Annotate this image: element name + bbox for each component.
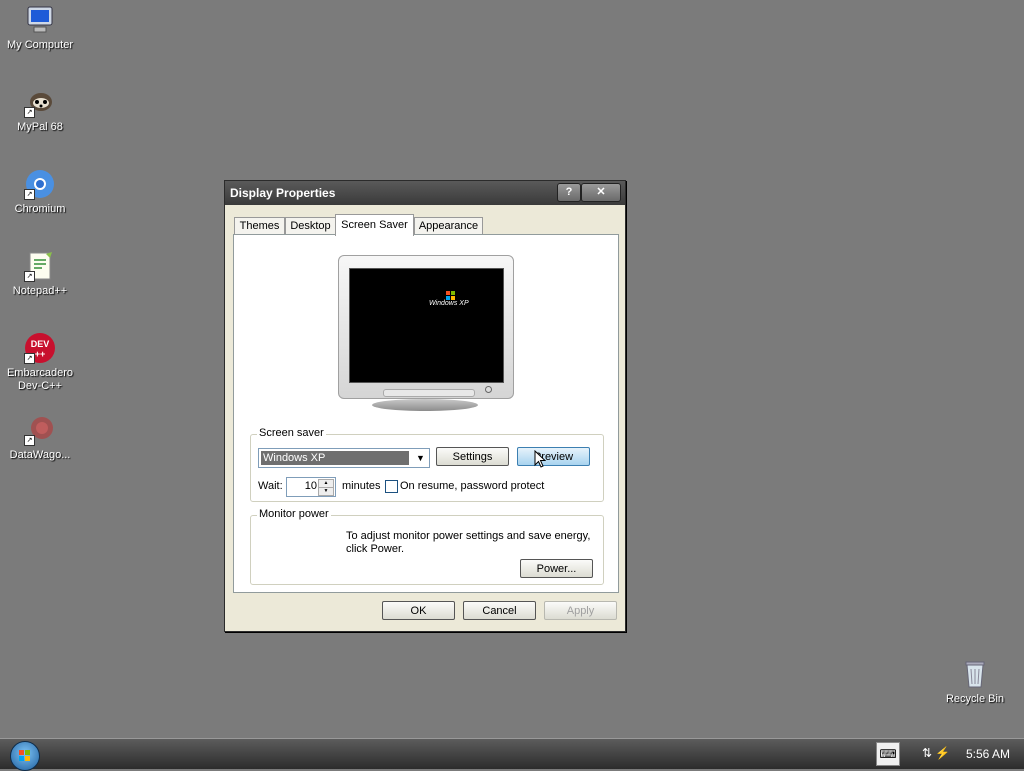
- datawago-icon: ↗: [24, 414, 56, 446]
- password-protect-label: On resume, password protect: [400, 480, 545, 492]
- desktop-icon-label: My Computer: [6, 39, 74, 51]
- help-button[interactable]: ?: [557, 183, 581, 202]
- monitor-frame: Windows XP: [338, 255, 514, 399]
- devcpp-icon: DEV ++ ↗: [24, 332, 56, 364]
- keyboard-icon[interactable]: ⌨: [876, 742, 900, 766]
- ok-button[interactable]: OK: [382, 601, 455, 620]
- system-tray-icons[interactable]: ⇅ ⚡: [922, 746, 950, 760]
- monitor-preview: Windows XP: [338, 255, 514, 411]
- wait-label: Wait:: [258, 480, 283, 492]
- svg-text:DEV: DEV: [31, 339, 50, 349]
- desktop-icon-recycle-bin[interactable]: Recycle Bin: [935, 658, 1015, 706]
- shortcut-arrow-icon: ↗: [24, 107, 35, 118]
- monitor-stand: [372, 399, 478, 411]
- cancel-button[interactable]: Cancel: [463, 601, 536, 620]
- windows-logo-icon: [19, 750, 30, 761]
- mouse-cursor-icon: [534, 450, 546, 468]
- selected-screen-saver: Windows XP: [261, 451, 409, 465]
- password-protect-checkbox[interactable]: [385, 480, 398, 493]
- shortcut-arrow-icon: ↗: [24, 271, 35, 282]
- shortcut-arrow-icon: ↗: [24, 435, 35, 446]
- tab-desktop[interactable]: Desktop: [285, 217, 336, 235]
- computer-icon: [24, 4, 56, 36]
- group-label: Monitor power: [257, 508, 331, 520]
- screen-saver-group: Screen saver Windows XP ▼ Settings Previ…: [250, 427, 604, 502]
- tab-themes[interactable]: Themes: [234, 217, 285, 235]
- raccoon-icon: ↗: [24, 86, 56, 118]
- power-plug-icon[interactable]: ⚡: [935, 746, 950, 760]
- spin-down-icon[interactable]: ▼: [318, 487, 334, 496]
- recycle-bin-icon: [959, 658, 991, 690]
- preview-screen: Windows XP: [349, 268, 504, 383]
- desktop-icon-my-computer[interactable]: My Computer: [0, 4, 80, 52]
- desktop-icon-devcpp[interactable]: DEV ++ ↗ Embarcadero Dev-C++: [0, 332, 80, 393]
- wait-value: 10: [304, 480, 317, 492]
- desktop-icon-label: Notepad++: [12, 285, 68, 297]
- minutes-label: minutes: [342, 480, 381, 492]
- tab-appearance[interactable]: Appearance: [414, 217, 483, 235]
- start-button[interactable]: [10, 741, 40, 771]
- chromium-icon: ↗: [24, 168, 56, 200]
- svg-text:++: ++: [35, 349, 46, 359]
- desktop-icon-label: Recycle Bin: [945, 693, 1005, 705]
- shortcut-arrow-icon: ↗: [24, 353, 35, 364]
- network-icon[interactable]: ⇅: [922, 746, 932, 760]
- close-button[interactable]: ✕: [581, 183, 621, 202]
- dialog-title: Display Properties: [230, 186, 336, 200]
- monitor-power-text: To adjust monitor power settings and sav…: [346, 530, 591, 555]
- wait-minutes-spinner[interactable]: 10 ▲ ▼: [286, 477, 336, 497]
- group-label: Screen saver: [257, 427, 326, 439]
- windows-flag-icon: [446, 291, 455, 300]
- screen-saver-select[interactable]: Windows XP ▼: [258, 448, 430, 468]
- apply-button[interactable]: Apply: [544, 601, 617, 620]
- chevron-down-icon[interactable]: ▼: [413, 450, 428, 466]
- screen-saver-panel: Windows XP Screen saver Windows XP ▼ Set…: [233, 234, 619, 593]
- taskbar-clock[interactable]: 5:56 AM: [966, 747, 1010, 761]
- dialog-titlebar[interactable]: Display Properties ? ✕: [225, 181, 625, 205]
- settings-button[interactable]: Settings: [436, 447, 509, 466]
- preview-logo-text: Windows XP: [429, 300, 469, 307]
- power-button[interactable]: Power...: [520, 559, 593, 578]
- desktop-icon-label: Chromium: [14, 203, 66, 215]
- display-properties-dialog: Display Properties ? ✕ Themes Desktop Sc…: [224, 180, 626, 632]
- preview-button[interactable]: Preview: [517, 447, 590, 466]
- tab-screen-saver[interactable]: Screen Saver: [335, 214, 414, 236]
- shortcut-arrow-icon: ↗: [24, 189, 35, 200]
- monitor-power-group: Monitor power To adjust monitor power se…: [250, 508, 604, 585]
- taskbar: ⌨ ⇅ ⚡ 5:56 AM: [0, 738, 1024, 771]
- desktop-icon-chromium[interactable]: ↗ Chromium: [0, 168, 80, 216]
- desktop-icon-mypal[interactable]: ↗ MyPal 68: [0, 86, 80, 134]
- desktop-icon-label: Embarcadero Dev-C++: [6, 367, 74, 392]
- desktop-icon-notepadpp[interactable]: ↗ Notepad++: [0, 250, 80, 298]
- desktop-icon-label: MyPal 68: [17, 121, 63, 133]
- desktop-icon-datawago[interactable]: ↗ DataWago...: [0, 414, 80, 462]
- power-led-icon: [485, 386, 492, 393]
- desktop-icon-label: DataWago...: [9, 449, 71, 461]
- notepad-icon: ↗: [24, 250, 56, 282]
- monitor-vent: [383, 389, 475, 397]
